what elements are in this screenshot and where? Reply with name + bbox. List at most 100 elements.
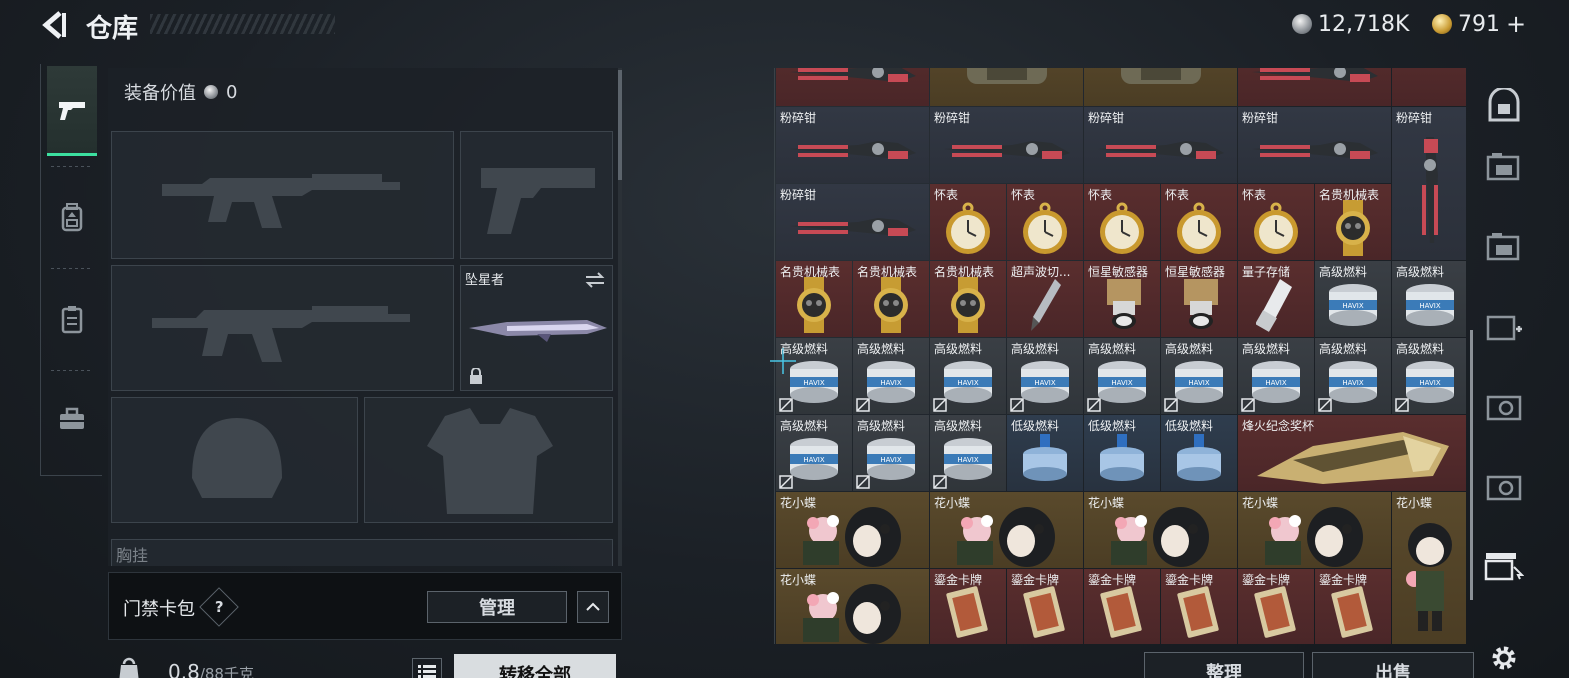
- inventory-item[interactable]: [1238, 68, 1391, 106]
- inventory-item[interactable]: HAVIX 高级燃料: [1392, 261, 1466, 337]
- inventory-item[interactable]: 怀表: [1161, 184, 1237, 260]
- item-name: 高级燃料: [934, 342, 983, 356]
- svg-text:HAVIX: HAVIX: [880, 456, 901, 464]
- inventory-item[interactable]: 名贵机械表: [776, 261, 852, 337]
- inventory-item[interactable]: 鎏金卡牌: [1084, 569, 1160, 644]
- container-slot-button[interactable]: [1478, 218, 1530, 278]
- inventory-item[interactable]: HAVIX 高级燃料: [1007, 338, 1083, 414]
- container-slot-button[interactable]: [1478, 458, 1530, 518]
- settings-button[interactable]: [1486, 640, 1522, 676]
- item-name: 鎏金卡牌: [1165, 573, 1214, 587]
- inventory-item[interactable]: HAVIX 高级燃料: [776, 415, 852, 491]
- keycard-help-button[interactable]: ?: [199, 587, 239, 627]
- nav-clipboard[interactable]: [47, 274, 97, 364]
- inventory-item[interactable]: 烽火纪念奖杯: [1238, 415, 1466, 491]
- inventory-item[interactable]: 低级燃料: [1007, 415, 1083, 491]
- storage-scrollbar[interactable]: [1470, 330, 1473, 600]
- helmet-slot[interactable]: [111, 397, 358, 523]
- inventory-item[interactable]: 粉碎钳: [1084, 107, 1237, 183]
- inventory-item[interactable]: 鎏金卡牌: [1238, 569, 1314, 644]
- sort-button[interactable]: 整理: [1144, 652, 1304, 678]
- sell-button[interactable]: 出售: [1312, 652, 1474, 678]
- inventory-item[interactable]: 恒星敏感器: [1084, 261, 1160, 337]
- list-view-button[interactable]: [412, 658, 442, 678]
- back-button[interactable]: [34, 8, 74, 42]
- armor-slot[interactable]: [364, 397, 613, 523]
- container-slot-button[interactable]: [1478, 78, 1530, 138]
- inventory-item[interactable]: 名贵机械表: [853, 261, 929, 337]
- inventory-item[interactable]: [1392, 68, 1466, 106]
- silver-currency[interactable]: 12,718K: [1292, 10, 1409, 38]
- inventory-item[interactable]: 低级燃料: [1161, 415, 1237, 491]
- inventory-item[interactable]: 花小蝶: [1238, 492, 1391, 568]
- page-title: 仓库: [86, 14, 139, 44]
- swap-icon[interactable]: [584, 271, 606, 289]
- camera-case-icon: [1486, 391, 1522, 425]
- inventory-item[interactable]: 鎏金卡牌: [1315, 569, 1391, 644]
- inventory-item[interactable]: 鎏金卡牌: [930, 569, 1006, 644]
- item-name: 高级燃料: [1242, 342, 1291, 356]
- silver-coin-icon: [204, 85, 218, 99]
- inventory-item[interactable]: 怀表: [930, 184, 1006, 260]
- inventory-item[interactable]: HAVIX 高级燃料: [853, 338, 929, 414]
- container-slot-button[interactable]: [1478, 298, 1530, 358]
- nav-weapons[interactable]: [47, 66, 97, 156]
- container-slot-button[interactable]: [1478, 138, 1530, 198]
- inventory-item[interactable]: [776, 68, 929, 106]
- inventory-item[interactable]: 名贵机械表: [930, 261, 1006, 337]
- inventory-item[interactable]: 鎏金卡牌: [1161, 569, 1237, 644]
- primary-weapon-slot[interactable]: [111, 131, 454, 259]
- inventory-item[interactable]: 超声波切...: [1007, 261, 1083, 337]
- container-slot-button[interactable]: [1478, 378, 1530, 438]
- inventory-item[interactable]: 粉碎钳: [1392, 107, 1466, 260]
- inventory-item[interactable]: HAVIX 高级燃料: [1161, 338, 1237, 414]
- inventory-item[interactable]: 怀表: [1007, 184, 1083, 260]
- svg-text:HAVIX: HAVIX: [957, 379, 978, 387]
- manage-button[interactable]: 管理: [427, 591, 567, 623]
- inventory-item[interactable]: [1084, 68, 1237, 106]
- inventory-item[interactable]: 花小蝶: [1392, 492, 1466, 644]
- inventory-item[interactable]: HAVIX 高级燃料: [930, 338, 1006, 414]
- inventory-item[interactable]: 怀表: [1084, 184, 1160, 260]
- svg-text:HAVIX: HAVIX: [957, 456, 978, 464]
- inventory-item[interactable]: 量子存储: [1238, 261, 1314, 337]
- inventory-item[interactable]: 恒星敏感器: [1161, 261, 1237, 337]
- add-gold-button[interactable]: +: [1506, 10, 1526, 38]
- inventory-item[interactable]: 低级燃料: [1084, 415, 1160, 491]
- inventory-item[interactable]: 花小蝶: [776, 569, 929, 644]
- inventory-item[interactable]: HAVIX 高级燃料: [1084, 338, 1160, 414]
- transfer-all-button[interactable]: 转移全部: [454, 654, 616, 678]
- secondary-weapon-slot[interactable]: [111, 265, 454, 391]
- inventory-item[interactable]: HAVIX 高级燃料: [1315, 261, 1391, 337]
- melee-slot[interactable]: 坠星者: [460, 265, 613, 391]
- inventory-item[interactable]: HAVIX 高级燃料: [776, 338, 852, 414]
- item-name: 粉碎钳: [1088, 111, 1125, 125]
- inventory-item[interactable]: 名贵机械表: [1315, 184, 1391, 260]
- chest-rig-slot[interactable]: 胸挂: [111, 539, 613, 566]
- nav-backpack[interactable]: [47, 172, 97, 262]
- inventory-item[interactable]: HAVIX 高级燃料: [1238, 338, 1314, 414]
- storage-grid-frame: 粉碎钳 粉碎钳 粉碎钳 粉碎钳 粉碎钳 粉碎钳 怀表 怀表 怀表 怀表 怀表 名贵机械表 名贵机械表 名贵…: [774, 68, 1466, 644]
- item-name: 花小蝶: [1242, 496, 1279, 510]
- inventory-item[interactable]: HAVIX 高级燃料: [853, 415, 929, 491]
- sidearm-slot[interactable]: [460, 131, 613, 259]
- inventory-item[interactable]: 花小蝶: [930, 492, 1083, 568]
- nav-briefcase[interactable]: [47, 374, 97, 464]
- equipment-scroll-thumb[interactable]: [618, 70, 622, 180]
- inventory-item[interactable]: HAVIX 高级燃料: [1392, 338, 1466, 414]
- inventory-item[interactable]: 粉碎钳: [776, 184, 929, 260]
- container-slot-button[interactable]: [1478, 538, 1530, 598]
- inventory-item[interactable]: 鎏金卡牌: [1007, 569, 1083, 644]
- back-arrow-icon: [42, 11, 66, 39]
- inventory-item[interactable]: HAVIX 高级燃料: [1315, 338, 1391, 414]
- inventory-item[interactable]: 粉碎钳: [1238, 107, 1391, 183]
- inventory-item[interactable]: 粉碎钳: [776, 107, 929, 183]
- inventory-item[interactable]: 花小蝶: [1084, 492, 1237, 568]
- inventory-item[interactable]: HAVIX 高级燃料: [930, 415, 1006, 491]
- gold-currency[interactable]: 791 +: [1432, 10, 1526, 38]
- inventory-item[interactable]: 怀表: [1238, 184, 1314, 260]
- inventory-item[interactable]: 粉碎钳: [930, 107, 1083, 183]
- expand-button[interactable]: [577, 591, 609, 623]
- inventory-item[interactable]: 花小蝶: [776, 492, 929, 568]
- inventory-item[interactable]: [930, 68, 1083, 106]
